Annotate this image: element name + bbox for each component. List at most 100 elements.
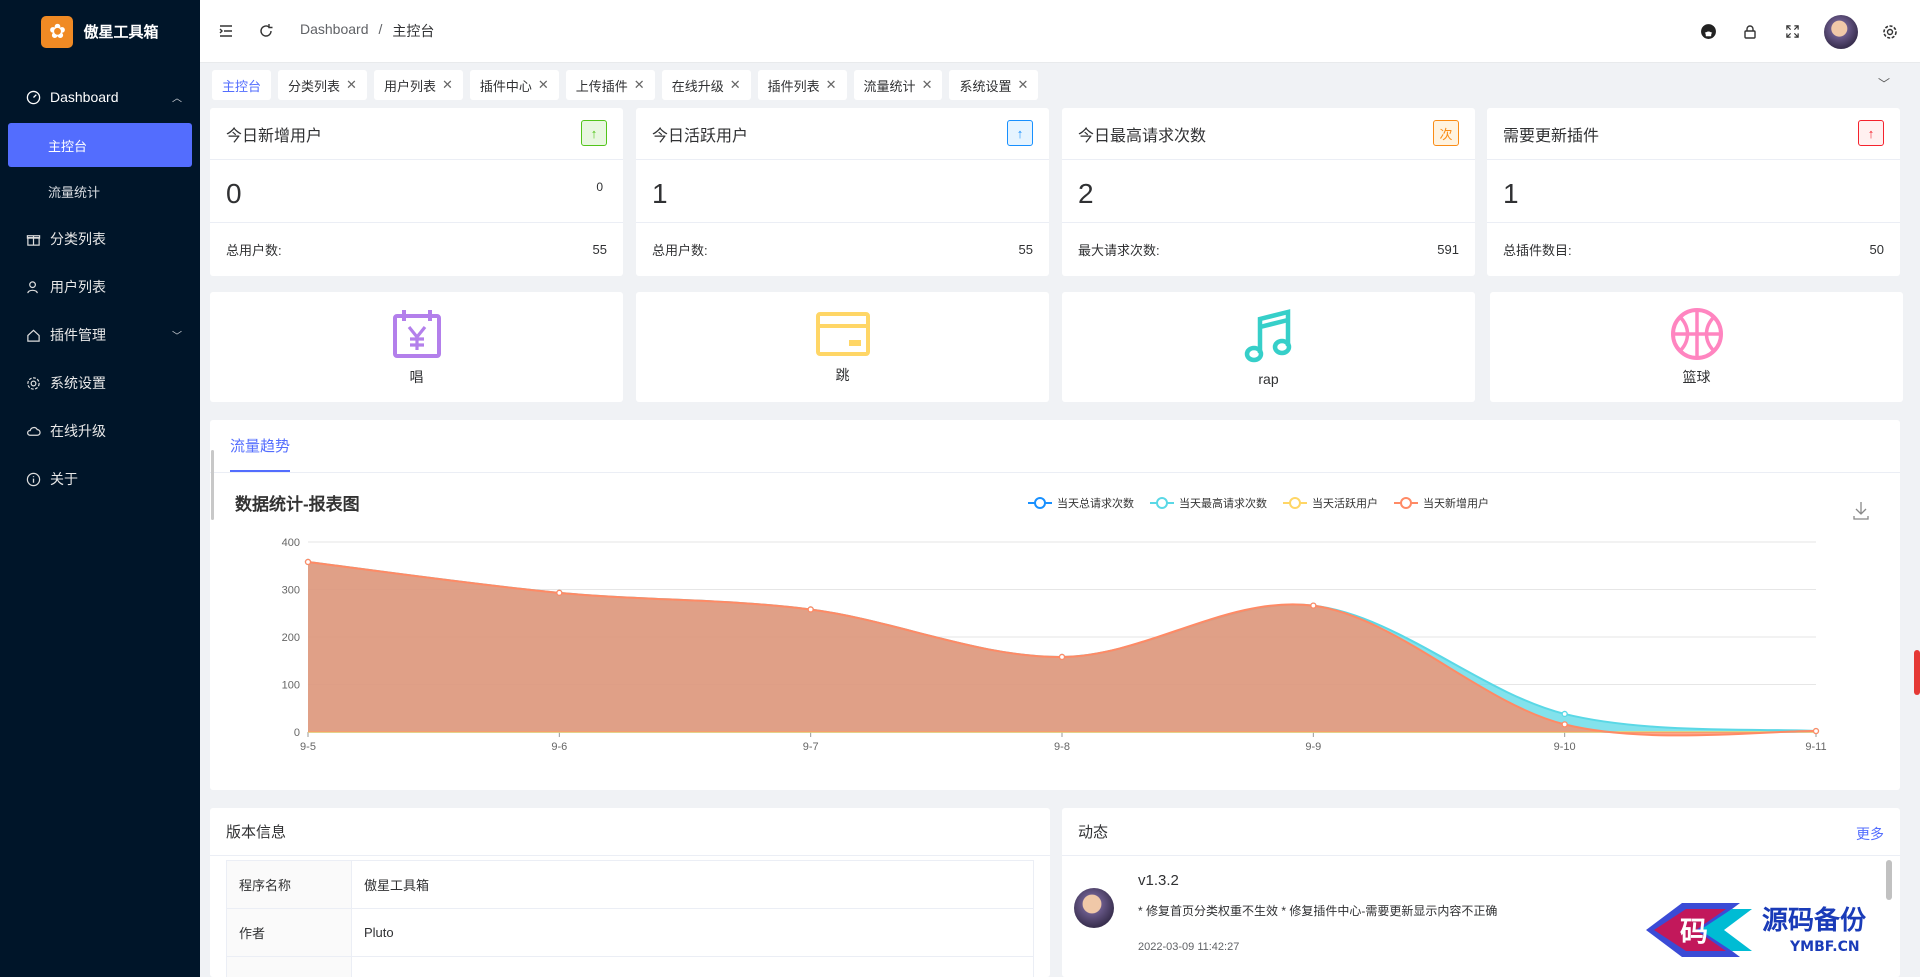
table-key	[226, 956, 352, 977]
legend-label: 当天最高请求次数	[1179, 496, 1267, 510]
shortcut-sing[interactable]: 唱	[210, 292, 623, 402]
data-point	[1310, 602, 1317, 609]
app-name: 傲星工具箱	[83, 24, 159, 41]
shortcut-label: 跳	[835, 367, 850, 383]
stat-footer: 总插件数目: 50	[1487, 222, 1900, 276]
close-icon[interactable]: ✕	[442, 77, 453, 93]
user-avatar[interactable]	[1824, 14, 1858, 49]
tab-label: 在线升级	[671, 78, 724, 94]
tab-users[interactable]: 用户列表 ✕	[373, 70, 463, 100]
tab-traffic-trend[interactable]: 流量趋势	[230, 420, 291, 472]
info-icon	[24, 470, 42, 488]
stat-small-value: 0	[596, 180, 603, 194]
close-icon[interactable]: ✕	[634, 77, 645, 93]
table-key: 作者	[226, 908, 352, 957]
scroll-indicator[interactable]	[211, 450, 214, 520]
close-icon[interactable]: ✕	[346, 77, 357, 93]
stat-foot-value: 50	[1869, 242, 1884, 257]
panel-title: 动态	[1062, 808, 1900, 856]
tab-upload-plugin[interactable]: 上传插件 ✕	[565, 70, 655, 100]
table-key: 程序名称	[226, 860, 352, 909]
area-chart: 数据统计-报表图 当天总请求次数 当天最高请求次数 当天活跃用户 当天新增用户 0 100 2…	[235, 494, 1869, 753]
page-scrollbar[interactable]	[1914, 650, 1920, 695]
watermark-text: 源码备份	[1762, 906, 1866, 936]
news-scrollbar[interactable]	[1886, 860, 1892, 900]
sidebar-item-label: 插件管理	[50, 327, 106, 343]
sidebar-item-categories[interactable]: 分类列表	[0, 215, 200, 263]
shortcut-rap[interactable]: rap	[1062, 292, 1475, 402]
stat-title: 需要更新插件	[1487, 108, 1900, 160]
tab-categories[interactable]: 分类列表 ✕	[278, 70, 367, 100]
user-icon	[24, 278, 42, 296]
sidebar-item-dashboard[interactable]: Dashboard ︿	[0, 73, 200, 121]
sidebar-subitem-home[interactable]: 主控台	[8, 123, 192, 167]
shortcut-label: 篮球	[1682, 369, 1711, 385]
breadcrumb-item[interactable]: Dashboard	[300, 21, 369, 41]
sidebar-item-label: Dashboard	[50, 89, 119, 105]
stat-foot-label: 总用户数:	[652, 243, 708, 258]
x-tick-label: 9-9	[1305, 741, 1321, 753]
sidebar-subitem-traffic[interactable]: 流量统计	[8, 169, 192, 213]
refresh-icon[interactable]	[246, 11, 286, 51]
x-tick-label: 9-5	[300, 741, 316, 753]
stat-value: 1	[652, 178, 668, 209]
tab-home[interactable]: 主控台	[212, 70, 272, 100]
flower-logo-icon: ✿	[41, 15, 74, 48]
breadcrumb-current: 主控台	[392, 23, 435, 39]
close-icon[interactable]: ✕	[538, 77, 549, 93]
tab-label: 插件中心	[479, 78, 532, 94]
settings-gear-icon[interactable]	[1870, 12, 1910, 52]
legend-label: 当天新增用户	[1423, 496, 1489, 510]
sidebar-item-upgrade[interactable]: 在线升级	[0, 407, 200, 455]
close-icon[interactable]: ✕	[826, 77, 837, 93]
github-icon[interactable]	[1688, 12, 1728, 52]
tab-plugin-list[interactable]: 插件列表 ✕	[757, 70, 847, 100]
stat-footer: 总用户数: 55	[210, 222, 623, 276]
tab-settings[interactable]: 系统设置 ✕	[949, 70, 1039, 100]
shortcut-dance[interactable]: 跳	[636, 292, 1049, 402]
close-icon[interactable]: ✕	[730, 77, 741, 93]
arrow-up-icon: ↑	[1007, 120, 1033, 146]
sidebar-item-label: 分类列表	[50, 231, 106, 247]
table-value	[351, 956, 1034, 977]
close-icon[interactable]: ✕	[1017, 77, 1028, 93]
tab-traffic[interactable]: 流量统计 ✕	[853, 70, 943, 100]
tab-label: 插件列表	[767, 78, 820, 94]
breadcrumb: Dashboard / 主控台	[300, 21, 434, 41]
page-tabs: 主控台 分类列表 ✕ 用户列表 ✕ 插件中心 ✕ 上传插件 ✕ 在线升级 ✕ 插件列表 ✕ …	[200, 63, 1920, 107]
table-row: 作者 Pluto	[226, 908, 1034, 957]
stat-value: 2	[1078, 178, 1094, 209]
logo[interactable]: ✿ 傲星工具箱	[0, 0, 200, 63]
sidebar-item-about[interactable]: 关于	[0, 455, 200, 503]
dashboard-gauge-icon	[24, 88, 42, 106]
download-icon	[1853, 502, 1869, 520]
stat-title: 今日活跃用户	[636, 108, 1049, 160]
data-point	[807, 606, 814, 613]
tab-plugin-center[interactable]: 插件中心 ✕	[469, 70, 559, 100]
calendar-yen-icon	[392, 310, 441, 358]
breadcrumb-separator: /	[378, 21, 383, 37]
shortcut-basketball[interactable]: 篮球	[1490, 292, 1903, 402]
more-link[interactable]: 更多	[1856, 824, 1884, 844]
sidebar-item-plugins[interactable]: 插件管理 ﹀	[0, 311, 200, 359]
version-table: 程序名称 傲星工具箱 作者 Pluto	[226, 860, 1034, 977]
menu-fold-icon[interactable]	[206, 11, 246, 51]
watermark-sub: YMBF.CN	[1789, 939, 1860, 955]
tab-upgrade[interactable]: 在线升级 ✕	[661, 70, 751, 100]
gear-icon	[24, 374, 42, 392]
credit-card-icon	[815, 312, 870, 356]
stat-card-active-users: 今日活跃用户 ↑ 1 总用户数: 55	[636, 108, 1049, 276]
chevron-down-icon[interactable]: ﹀	[1878, 75, 1890, 92]
close-icon[interactable]: ✕	[922, 77, 933, 93]
table-row: 程序名称 傲星工具箱	[226, 860, 1034, 909]
sidebar-item-users[interactable]: 用户列表	[0, 263, 200, 311]
fullscreen-icon[interactable]	[1772, 12, 1812, 52]
stat-foot-value: 55	[1018, 242, 1033, 257]
legend-marker	[1156, 497, 1168, 509]
shortcut-label: 唱	[409, 369, 424, 385]
lock-icon[interactable]	[1730, 12, 1770, 52]
shortcut-label: rap	[1258, 371, 1279, 387]
y-tick-label: 200	[282, 632, 300, 644]
home-icon	[24, 326, 42, 344]
sidebar-item-settings[interactable]: 系统设置	[0, 359, 200, 407]
